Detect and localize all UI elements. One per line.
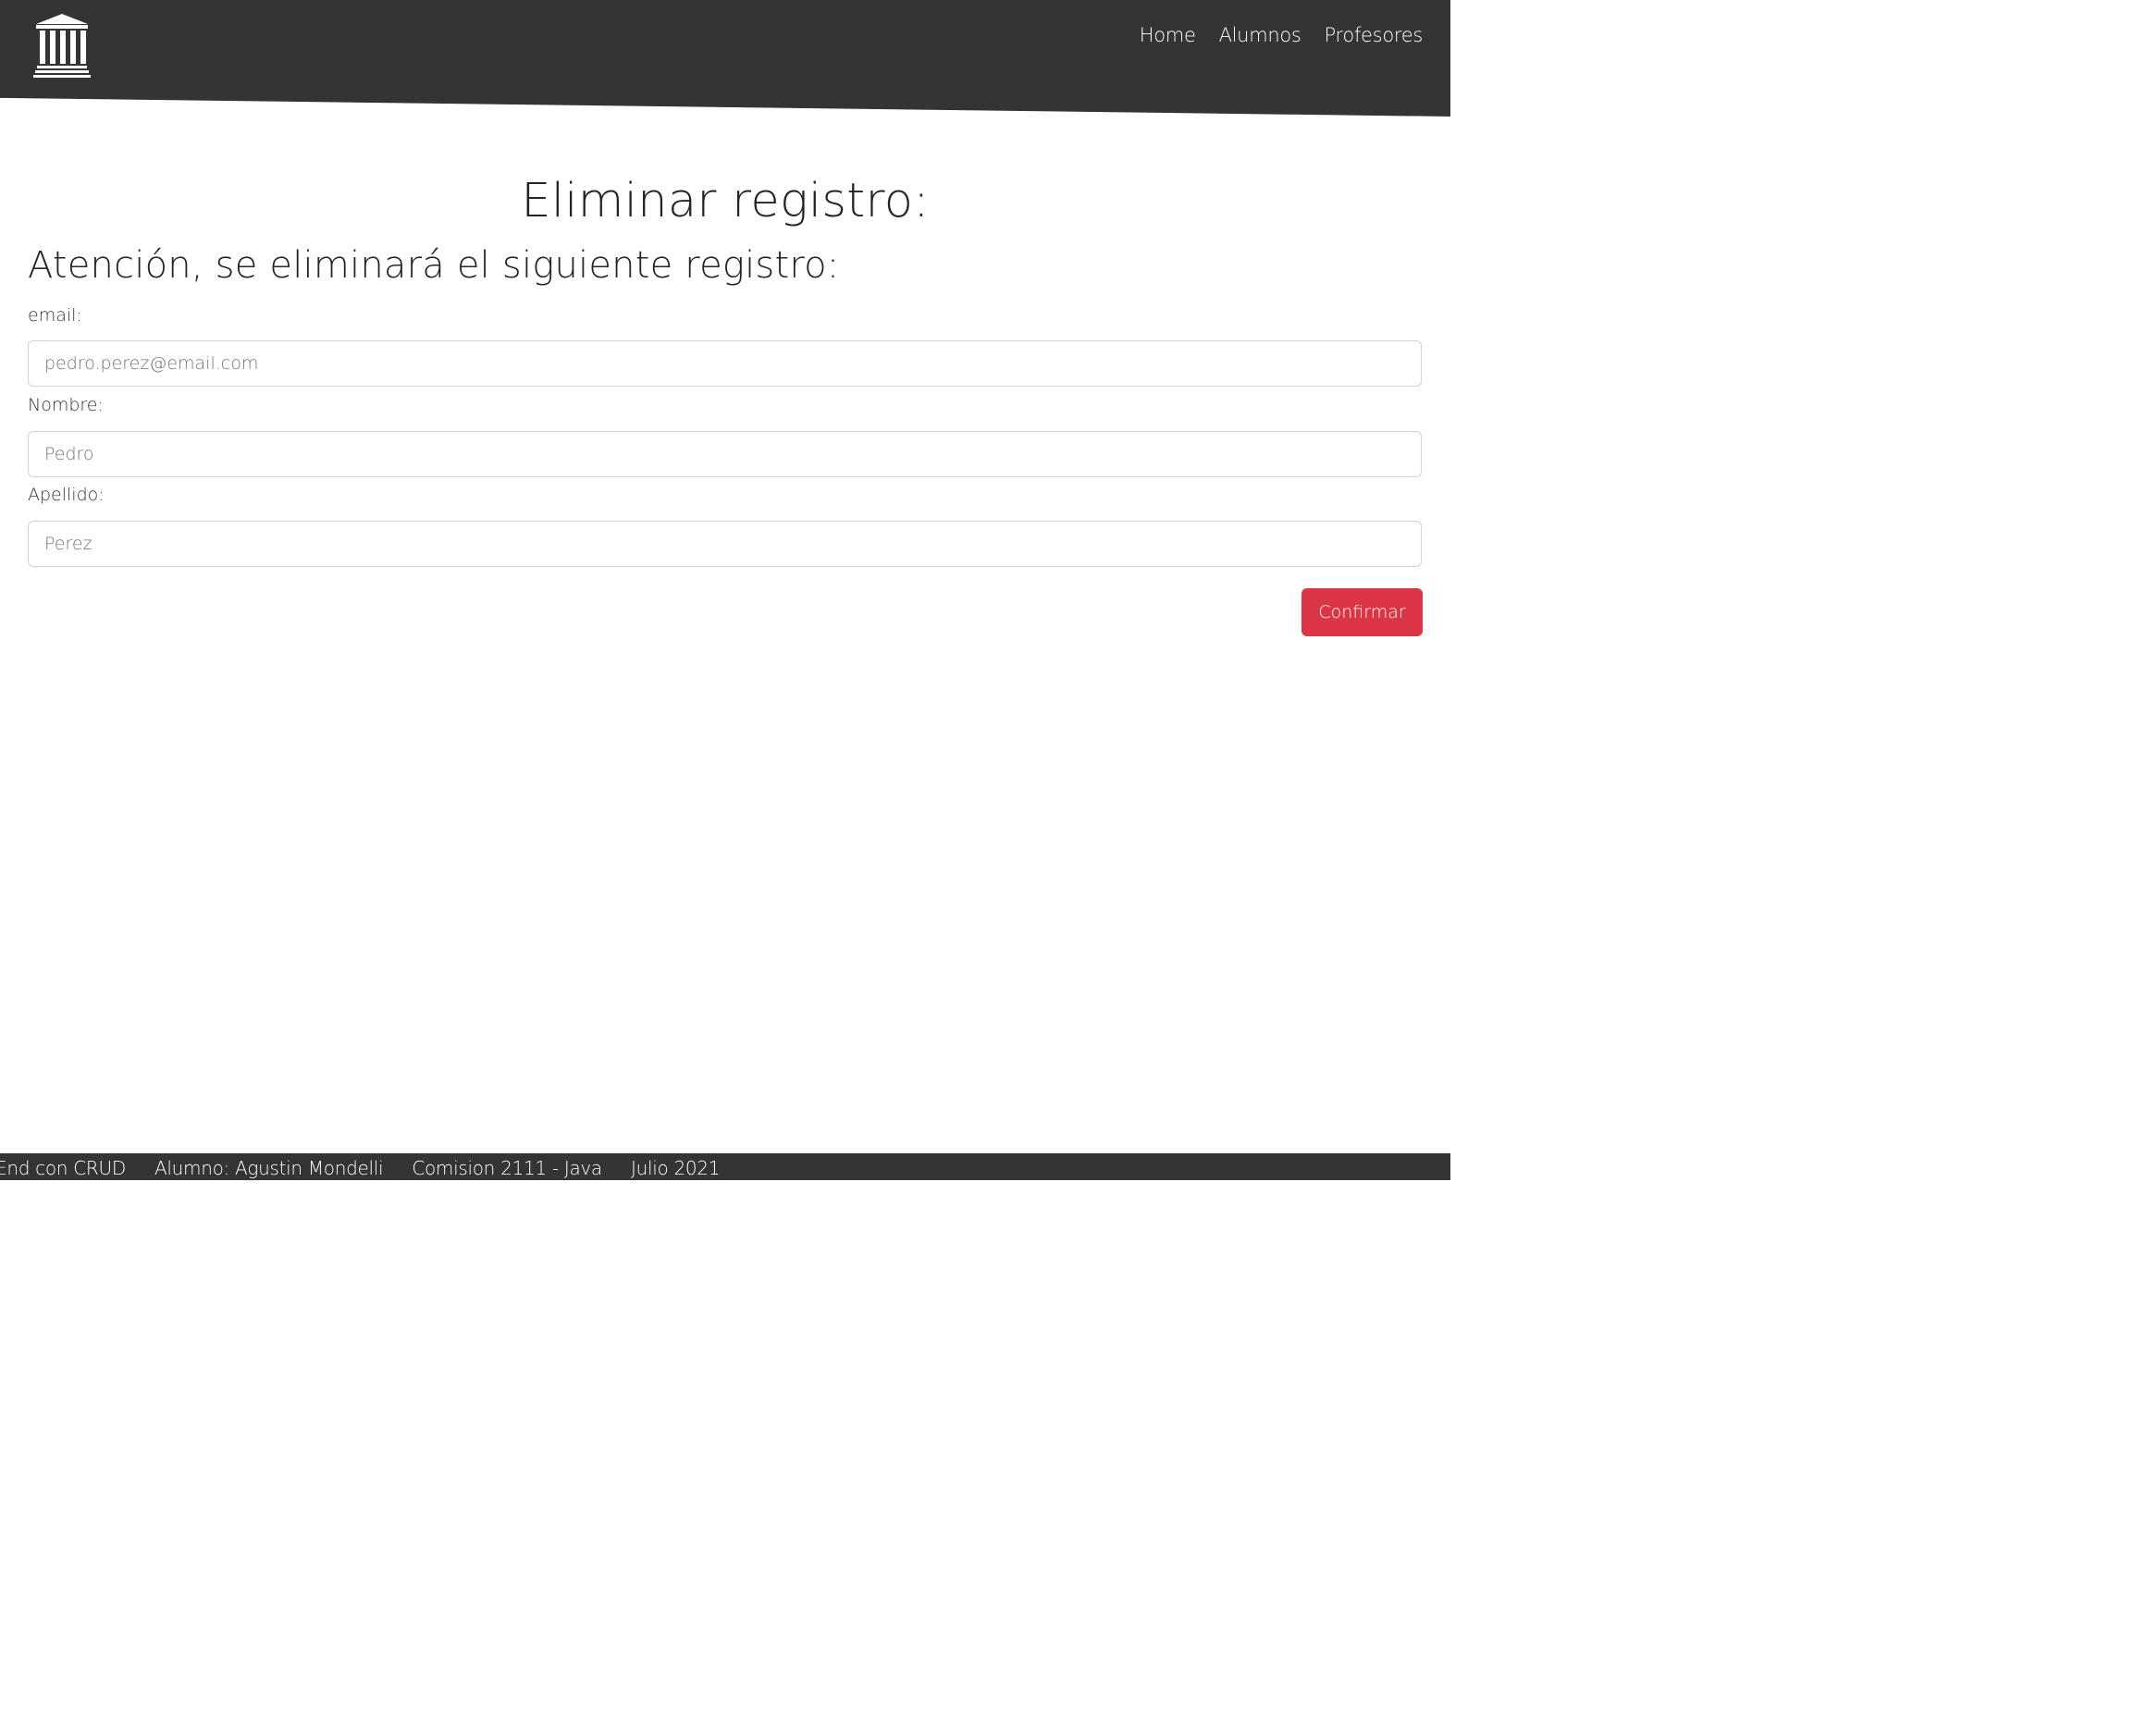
page: Home Alumnos Profesores Eliminar registr… xyxy=(0,0,1450,1180)
delete-warning: Atención, se eliminará el siguiente regi… xyxy=(28,244,840,287)
institution-building-icon[interactable] xyxy=(33,13,91,78)
footer-marquee: End con CRUD Alumno: Agustin Mondelli Co… xyxy=(0,1157,720,1180)
nombre-label: Nombre: xyxy=(28,395,104,415)
footer-student-text: Alumno: Agustin Mondelli xyxy=(154,1157,384,1179)
footer-commission-text: Comision 2111 - Java xyxy=(412,1157,602,1179)
footer-project-text: End con CRUD xyxy=(0,1157,126,1179)
page-title: Eliminar registro: xyxy=(521,174,930,228)
apellido-field[interactable] xyxy=(28,521,1422,567)
email-label: email: xyxy=(28,305,82,326)
email-field[interactable] xyxy=(28,340,1422,387)
nav-alumnos-link[interactable]: Alumnos xyxy=(1219,22,1301,48)
footer-date-text: Julio 2021 xyxy=(630,1157,721,1179)
apellido-label: Apellido: xyxy=(28,485,105,505)
footer-bar: End con CRUD Alumno: Agustin Mondelli Co… xyxy=(0,1153,1450,1180)
nav-profesores-link[interactable]: Profesores xyxy=(1325,22,1424,48)
main-nav: Home Alumnos Profesores xyxy=(1140,22,1424,48)
nav-home-link[interactable]: Home xyxy=(1140,22,1196,48)
nombre-field[interactable] xyxy=(28,431,1422,477)
top-navbar: Home Alumnos Profesores xyxy=(0,0,1450,117)
confirm-button[interactable]: Confirmar xyxy=(1301,588,1423,636)
